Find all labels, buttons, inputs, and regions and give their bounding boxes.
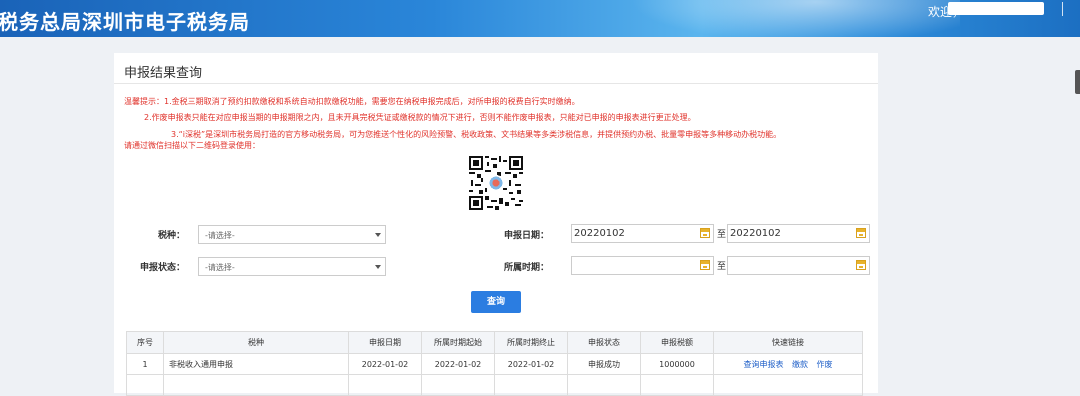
pay-link[interactable]: 缴款 — [792, 360, 808, 369]
tip-line-3: 3.“i深税”是深圳市税务局打造的官方移动税务局，可为您推送个性化的风险预警、税… — [171, 130, 782, 139]
col-header-tax: 税种 — [163, 331, 349, 354]
username-display[interactable] — [948, 2, 1044, 15]
calendar-icon[interactable] — [856, 228, 866, 238]
declare-status-select[interactable]: -请选择- — [198, 257, 386, 276]
results-table: 序号 税种 申报日期 所属时期起始 所属时期终止 申报状态 申报税额 快速链接 … — [126, 331, 863, 396]
date-range-to: 至 — [717, 230, 727, 240]
period-range-to: 至 — [717, 262, 727, 272]
cell-date: 2022-01-02 — [348, 353, 422, 375]
col-header-end: 所属时期终止 — [494, 331, 568, 354]
cell-tax: 非税收入通用申报 — [163, 353, 349, 375]
period-to-input[interactable] — [727, 256, 870, 275]
chevron-down-icon — [375, 233, 381, 237]
period-from-input[interactable] — [571, 256, 714, 275]
col-header-amount: 申报税额 — [640, 331, 714, 354]
tip-line-2: 2.作废申报表只能在对应申报当期的申报期限之内，且未开具完税凭证或缴税款的情况下… — [144, 113, 696, 122]
col-header-date: 申报日期 — [348, 331, 422, 354]
cell-end: 2022-01-02 — [494, 353, 568, 375]
tax-type-label: 税种： — [158, 231, 186, 241]
cell-index: 1 — [126, 353, 164, 375]
page-title: 申报结果查询 — [124, 66, 203, 81]
title-divider — [114, 83, 878, 84]
declare-date-to-value: 20220102 — [730, 228, 781, 239]
col-header-index: 序号 — [126, 331, 164, 354]
view-declaration-link[interactable]: 查询申报表 — [743, 360, 783, 369]
declare-date-label: 申报日期： — [504, 231, 550, 241]
top-banner: 税务总局深圳市电子税务局 欢迎， — [0, 0, 1080, 37]
col-header-links: 快速链接 — [713, 331, 863, 354]
banner-decoration — [600, 0, 960, 37]
table-row: 1 非税收入通用申报 2022-01-02 2022-01-02 2022-01… — [126, 353, 863, 375]
cell-amount: 1000000 — [640, 353, 714, 375]
cell-status: 申报成功 — [567, 353, 641, 375]
calendar-icon[interactable] — [700, 260, 710, 270]
tip-line-4: 请通过微信扫描以下二维码登录使用： — [124, 141, 260, 150]
col-header-status: 申报状态 — [567, 331, 641, 354]
declare-date-from-input[interactable]: 20220102 — [571, 224, 714, 243]
declare-status-placeholder: -请选择- — [205, 263, 235, 272]
query-panel: 申报结果查询 温馨提示：1.金税三期取消了预约扣款缴税和系统自动扣款缴税功能，需… — [114, 53, 878, 396]
header-divider — [1062, 2, 1063, 16]
table-row — [126, 374, 863, 396]
period-label: 所属时期： — [504, 263, 550, 273]
query-button[interactable]: 查询 — [471, 291, 521, 313]
side-handle[interactable] — [1075, 70, 1080, 94]
tax-type-placeholder: -请选择- — [205, 231, 235, 240]
col-header-start: 所属时期起始 — [421, 331, 495, 354]
calendar-icon[interactable] — [700, 228, 710, 238]
qr-code-image — [469, 156, 523, 210]
cell-start: 2022-01-02 — [421, 353, 495, 375]
site-title: 税务总局深圳市电子税务局 — [0, 10, 250, 34]
tip-line-1: 温馨提示：1.金税三期取消了预约扣款缴税和系统自动扣款缴税功能，需要您在纳税申报… — [124, 97, 580, 106]
tax-type-select[interactable]: -请选择- — [198, 225, 386, 244]
calendar-icon[interactable] — [856, 260, 866, 270]
cell-links: 查询申报表 缴款 作废 — [713, 353, 863, 375]
chevron-down-icon — [375, 265, 381, 269]
void-link[interactable]: 作废 — [817, 360, 833, 369]
declare-status-label: 申报状态： — [140, 263, 186, 273]
table-header-row: 序号 税种 申报日期 所属时期起始 所属时期终止 申报状态 申报税额 快速链接 — [126, 331, 863, 354]
declare-date-to-input[interactable]: 20220102 — [727, 224, 870, 243]
declare-date-from-value: 20220102 — [574, 228, 625, 239]
